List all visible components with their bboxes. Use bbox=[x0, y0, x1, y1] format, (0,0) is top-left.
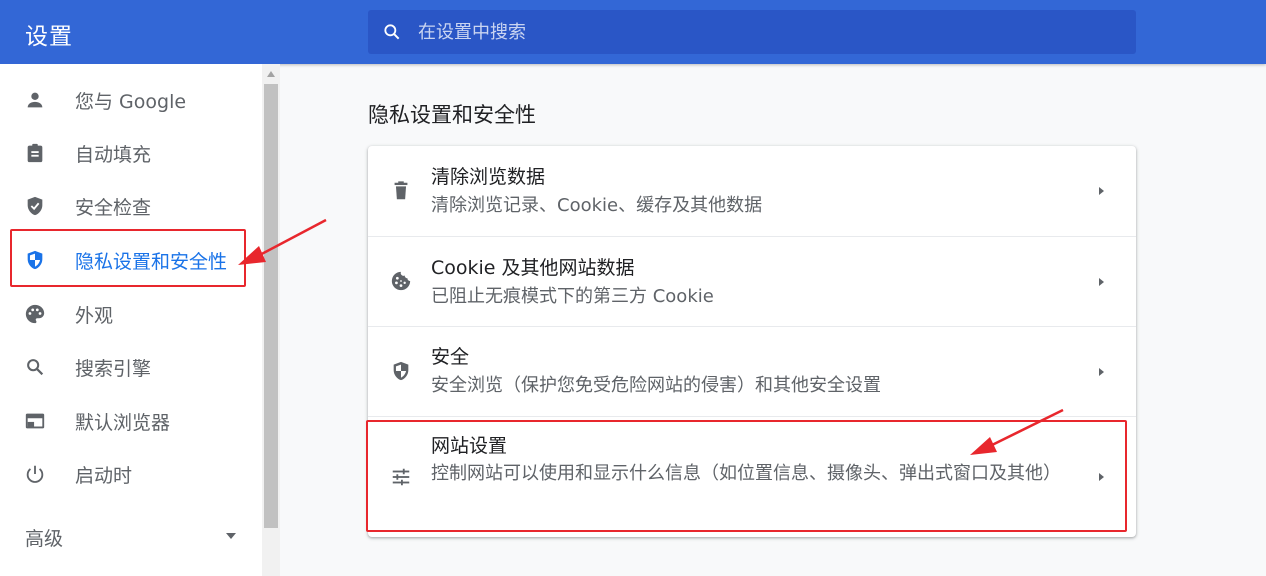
scroll-up-icon[interactable] bbox=[266, 70, 276, 78]
sidebar-item-default-browser[interactable]: 默认浏览器 bbox=[0, 395, 262, 447]
sidebar-item-on-startup[interactable]: 启动时 bbox=[0, 448, 262, 500]
chevron-right-icon bbox=[1099, 187, 1104, 195]
sidebar-item-label: 自动填充 bbox=[75, 144, 152, 166]
row-title: Cookie 及其他网站数据 bbox=[431, 257, 635, 279]
search-icon bbox=[384, 24, 400, 40]
row-subtitle: 清除浏览记录、Cookie、缓存及其他数据 bbox=[431, 195, 763, 216]
sidebar-scrollbar[interactable] bbox=[262, 64, 280, 576]
clipboard-icon bbox=[27, 143, 43, 163]
row-clear-browsing-data[interactable]: 清除浏览数据 清除浏览记录、Cookie、缓存及其他数据 bbox=[368, 146, 1136, 236]
sidebar: 您与 Google 自动填充 安全检查 隐私设置和安全性 外观 搜索引擎 默认浏… bbox=[0, 64, 262, 576]
section-title: 隐私设置和安全性 bbox=[368, 103, 536, 127]
power-icon bbox=[26, 465, 44, 483]
trash-icon bbox=[394, 181, 408, 200]
search-icon bbox=[27, 359, 44, 376]
chevron-right-icon bbox=[1099, 368, 1104, 376]
sidebar-item-appearance[interactable]: 外观 bbox=[0, 288, 262, 340]
security-shield-icon bbox=[393, 361, 409, 381]
sidebar-item-label: 搜索引擎 bbox=[75, 358, 152, 380]
sidebar-item-label: 默认浏览器 bbox=[75, 412, 171, 434]
advanced-toggle[interactable]: 高级 bbox=[0, 512, 262, 562]
sidebar-item-safety-check[interactable]: 安全检查 bbox=[0, 180, 262, 232]
search-box[interactable] bbox=[368, 10, 1136, 54]
row-subtitle: 已阻止无痕模式下的第三方 Cookie bbox=[431, 286, 714, 307]
page-title: 设置 bbox=[25, 24, 73, 50]
annotation-highlight-site-settings bbox=[366, 420, 1127, 532]
sidebar-item-autofill[interactable]: 自动填充 bbox=[0, 127, 262, 179]
sidebar-item-label: 外观 bbox=[75, 305, 114, 327]
top-bar: 设置 bbox=[0, 0, 1266, 64]
chevron-right-icon bbox=[1099, 278, 1104, 286]
shield-check-icon bbox=[27, 196, 43, 216]
sidebar-item-label: 安全检查 bbox=[75, 197, 152, 219]
row-title: 安全 bbox=[431, 346, 470, 368]
cookie-icon bbox=[391, 271, 411, 291]
caret-down-icon bbox=[226, 533, 236, 539]
person-icon bbox=[27, 92, 43, 108]
row-cookies[interactable]: Cookie 及其他网站数据 已阻止无痕模式下的第三方 Cookie bbox=[368, 237, 1136, 326]
palette-icon bbox=[25, 304, 45, 324]
sidebar-item-label: 您与 Google bbox=[75, 91, 187, 113]
annotation-highlight-sidebar bbox=[10, 229, 246, 287]
sidebar-item-search-engine[interactable]: 搜索引擎 bbox=[0, 341, 262, 393]
scrollbar-thumb[interactable] bbox=[264, 84, 278, 528]
row-security[interactable]: 安全 安全浏览（保护您免受危险网站的侵害）和其他安全设置 bbox=[368, 327, 1136, 416]
search-input[interactable] bbox=[418, 10, 1118, 54]
sidebar-item-you-and-google[interactable]: 您与 Google bbox=[0, 74, 262, 126]
sidebar-item-label: 启动时 bbox=[75, 465, 133, 487]
row-title: 清除浏览数据 bbox=[431, 166, 546, 188]
advanced-label: 高级 bbox=[25, 528, 64, 550]
row-subtitle: 安全浏览（保护您免受危险网站的侵害）和其他安全设置 bbox=[431, 375, 881, 396]
browser-icon bbox=[25, 413, 45, 429]
